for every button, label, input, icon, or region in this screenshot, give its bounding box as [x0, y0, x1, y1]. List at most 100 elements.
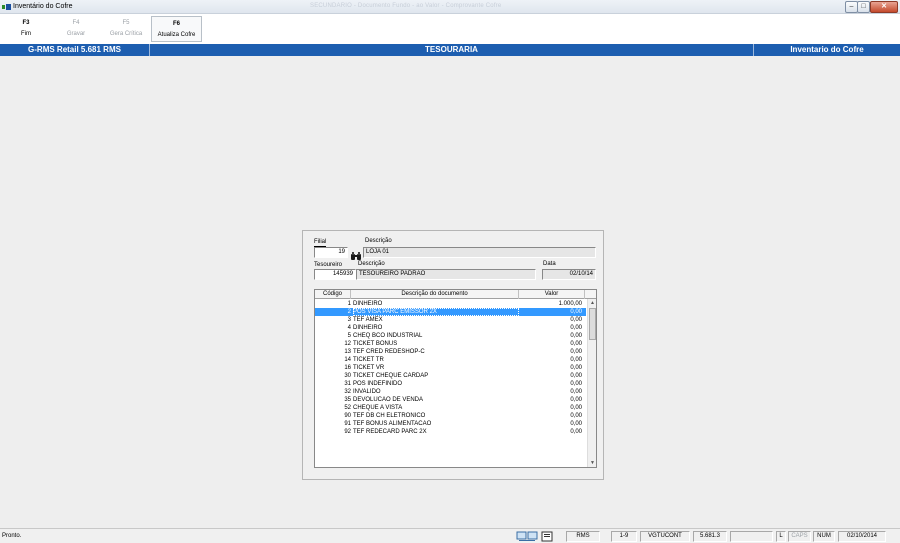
screen-title: Inventario do Cofre: [790, 45, 864, 54]
row-description: DEVOLUCAO DE VENDA: [353, 397, 424, 403]
row-code: 32: [344, 389, 351, 395]
maximize-button[interactable]: □: [857, 1, 870, 13]
row-value[interactable]: 0,00: [519, 332, 582, 340]
table-row[interactable]: 3 TEF AMEX 0,00: [315, 316, 586, 324]
binoculars-search-icon[interactable]: [350, 251, 362, 261]
table-row[interactable]: 12 TICKET BONUS 0,00: [315, 340, 586, 348]
grid-header: Código Descrição do documento Valor: [315, 290, 596, 299]
scroll-down-icon[interactable]: ▼: [588, 459, 596, 467]
window-title: Inventário do Cofre: [13, 3, 73, 10]
status-l-indicator: L: [776, 531, 786, 542]
column-header-code[interactable]: Código: [315, 290, 351, 299]
blurred-title-text: SECUNDARIO - Documento Fundo - ao Valor …: [310, 3, 502, 9]
row-value[interactable]: 1.000,00: [519, 300, 582, 308]
row-value[interactable]: 0,00: [519, 396, 582, 404]
table-row[interactable]: 91 TEF BONUS ALIMENTACAO 0,00: [315, 420, 586, 428]
table-row[interactable]: 13 TEF CRED REDESHOP-C 0,00: [315, 348, 586, 356]
table-row[interactable]: 32 INVALIDO 0,00: [315, 388, 586, 396]
scroll-up-icon[interactable]: ▲: [588, 299, 596, 307]
row-value[interactable]: 0,00: [519, 404, 582, 412]
function-key-toolbar: F3 Fim F4 Gravar F5 Gera Crítica F6 Atua…: [0, 14, 900, 42]
tesoureiro-description-field: TESOUREIRO PADRAO: [356, 269, 536, 280]
status-version: 5.681.3: [693, 531, 727, 542]
row-description: POS INDEFINIDO: [353, 381, 403, 387]
row-value[interactable]: 0,00: [519, 412, 582, 420]
fkey-caption: Atualiza Cofre: [157, 32, 196, 38]
row-description: TICKET TR: [353, 357, 384, 363]
module-title: TESOURARIA: [150, 44, 754, 56]
status-text: Pronto.: [2, 533, 22, 539]
tesoureiro-description-label: Descrição: [358, 261, 385, 267]
row-code: 92: [344, 429, 351, 435]
fkey-label: F5: [122, 20, 130, 26]
gravar-button[interactable]: F4 Gravar: [56, 16, 96, 42]
fkey-label: F6: [172, 21, 180, 27]
row-code: 14: [344, 357, 351, 363]
row-description: DINHEIRO: [353, 301, 383, 307]
status-blank: [730, 531, 773, 542]
filial-field[interactable]: 19: [314, 247, 348, 258]
table-row[interactable]: 30 TICKET CHEQUE CARDAP 0,00: [315, 372, 586, 380]
document-icon: [541, 531, 553, 542]
row-value[interactable]: 0,00: [519, 348, 582, 356]
row-value[interactable]: 0,00: [519, 372, 582, 380]
column-header-value[interactable]: Valor: [519, 290, 585, 299]
row-value[interactable]: 0,00: [519, 380, 582, 388]
row-description: TICKET BONUS: [353, 341, 398, 347]
grid-vertical-scrollbar[interactable]: ▲ ▼: [587, 299, 596, 467]
row-code: 13: [344, 349, 351, 355]
close-icon: ✕: [881, 3, 887, 10]
inventory-panel: Filial Descrição 19 LOJA 01 Tesoureiro D…: [302, 230, 604, 480]
row-value[interactable]: 0,00: [519, 388, 582, 396]
row-description: INVALIDO: [353, 389, 381, 395]
row-description: TEF CRED REDESHOP-C: [353, 349, 425, 355]
row-code: 52: [344, 405, 351, 411]
table-row[interactable]: 5 CHEQ BCO INDUSTRIAL 0,00: [315, 332, 586, 340]
table-row-selected[interactable]: 2 POS VISA PARC EMISSOR 2X 0,00: [315, 308, 586, 316]
row-description: TEF DB CH ELETRONICO: [353, 413, 426, 419]
status-bar: Pronto. RMS 1-9 VGTUCONT 5.681.3 L CAPS …: [0, 528, 900, 543]
row-description: CHEQ BCO INDUSTRIAL: [353, 333, 423, 339]
row-value[interactable]: 0,00: [519, 316, 582, 324]
row-value[interactable]: 0,00: [519, 356, 582, 364]
row-description: DINHEIRO: [353, 325, 383, 331]
gera-critica-button[interactable]: F5 Gera Crítica: [103, 16, 149, 42]
row-code: 3: [347, 317, 351, 323]
row-code: 30: [344, 373, 351, 379]
table-row[interactable]: 4 DINHEIRO 0,00: [315, 324, 586, 332]
status-user: RMS: [566, 531, 600, 542]
scroll-thumb[interactable]: [589, 308, 596, 340]
row-description: POS VISA PARC EMISSOR 2X: [353, 308, 519, 316]
table-row[interactable]: 90 TEF DB CH ELETRONICO 0,00: [315, 412, 586, 420]
table-row[interactable]: 1 DINHEIRO 1.000,00: [315, 300, 586, 308]
table-row[interactable]: 31 POS INDEFINIDO 0,00: [315, 380, 586, 388]
filial-description-label: Descrição: [365, 238, 392, 244]
row-value[interactable]: 0,00: [519, 364, 582, 372]
table-row[interactable]: 92 TEF REDECARD PARC 2X 0,00: [315, 428, 586, 436]
table-row[interactable]: 52 CHEQUE A VISTA 0,00: [315, 404, 586, 412]
row-value[interactable]: 0,00: [519, 324, 582, 332]
row-description: TEF AMEX: [353, 317, 383, 323]
status-num-indicator: NUM: [813, 531, 835, 542]
row-value[interactable]: 0,00: [519, 428, 582, 436]
table-row[interactable]: 14 TICKET TR 0,00: [315, 356, 586, 364]
tesoureiro-field[interactable]: 145939: [314, 269, 356, 280]
row-value[interactable]: 0,00: [519, 340, 582, 348]
table-row[interactable]: 35 DEVOLUCAO DE VENDA 0,00: [315, 396, 586, 404]
row-value[interactable]: 0,00: [519, 308, 582, 316]
row-code: 1: [347, 301, 351, 307]
fim-button[interactable]: F3 Fim: [6, 16, 46, 42]
column-header-description[interactable]: Descrição do documento: [351, 290, 519, 299]
status-login: VGTUCONT: [640, 531, 690, 542]
status-date: 02/10/2014: [838, 531, 886, 542]
close-button[interactable]: ✕: [870, 1, 898, 13]
app-icon: [2, 4, 11, 10]
row-description: TEF BONUS ALIMENTACAO: [353, 421, 432, 427]
row-value[interactable]: 0,00: [519, 420, 582, 428]
data-label: Data: [543, 261, 556, 267]
table-row[interactable]: 16 TICKET VR 0,00: [315, 364, 586, 372]
atualiza-cofre-button[interactable]: F6 Atualiza Cofre: [151, 16, 202, 42]
maximize-icon: □: [861, 3, 866, 10]
data-field: 02/10/14: [542, 269, 596, 280]
main-area: Filial Descrição 19 LOJA 01 Tesoureiro D…: [0, 56, 900, 528]
